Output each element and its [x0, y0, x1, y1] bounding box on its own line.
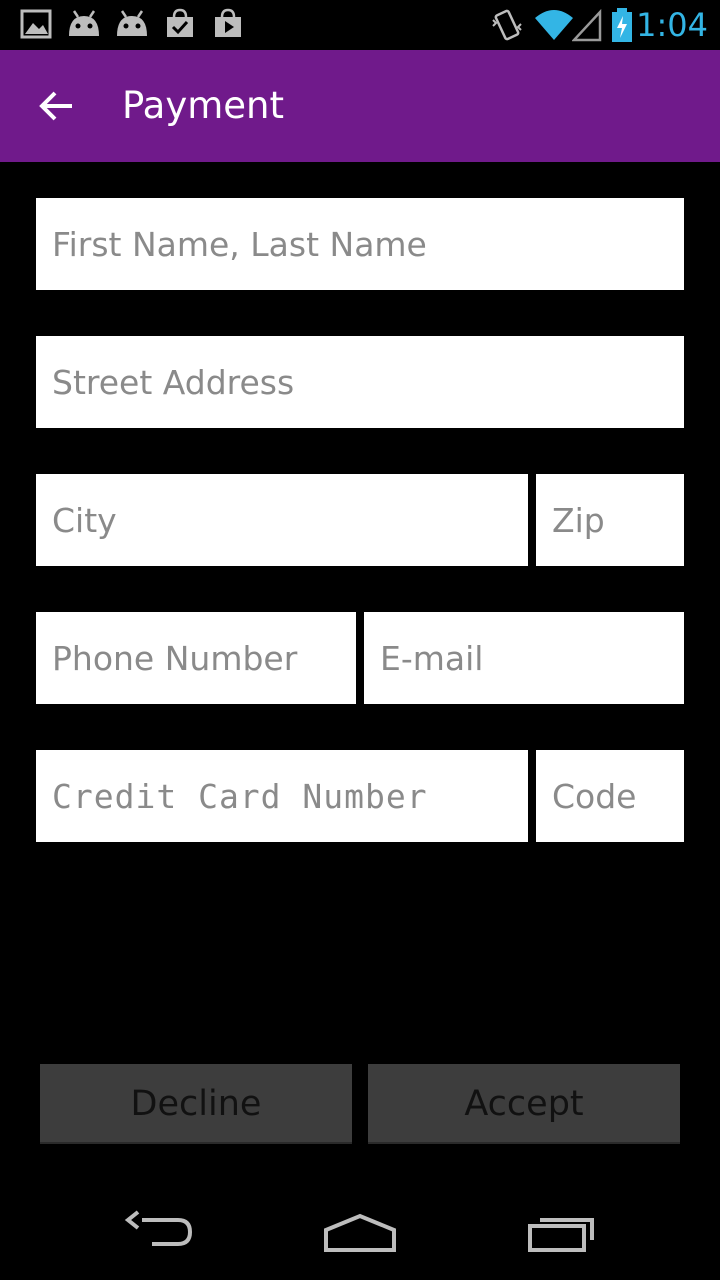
android-icon: [69, 10, 99, 36]
status-bar: 1:04: [0, 0, 720, 50]
page-title: Payment: [122, 84, 284, 127]
android-icon: [117, 10, 147, 36]
zip-field[interactable]: [536, 474, 684, 566]
status-time: 1:04: [636, 6, 708, 44]
arrow-back-icon: [39, 91, 72, 121]
credit-card-number-field[interactable]: [36, 750, 528, 842]
accept-button[interactable]: Accept: [368, 1064, 680, 1144]
back-button[interactable]: [28, 78, 84, 134]
decline-button[interactable]: Decline: [40, 1064, 352, 1144]
back-nav-icon[interactable]: [122, 1208, 198, 1256]
recents-nav-icon[interactable]: [524, 1208, 600, 1256]
card-code-field[interactable]: [536, 750, 684, 842]
gallery-icon: [20, 9, 52, 39]
full-name-field[interactable]: [36, 198, 684, 290]
street-address-field[interactable]: [36, 336, 684, 428]
phone-field[interactable]: [36, 612, 356, 704]
store-check-icon: [167, 8, 193, 37]
action-bar: Payment: [0, 50, 720, 162]
wifi-icon: [535, 10, 573, 40]
city-field[interactable]: [36, 474, 528, 566]
vibrate-icon: [492, 9, 522, 41]
navigation-bar: [0, 1184, 720, 1280]
email-field[interactable]: [364, 612, 684, 704]
battery-charging-icon: [612, 8, 632, 42]
store-play-icon: [215, 8, 241, 37]
signal-icon: [572, 8, 602, 42]
home-nav-icon[interactable]: [322, 1208, 398, 1256]
